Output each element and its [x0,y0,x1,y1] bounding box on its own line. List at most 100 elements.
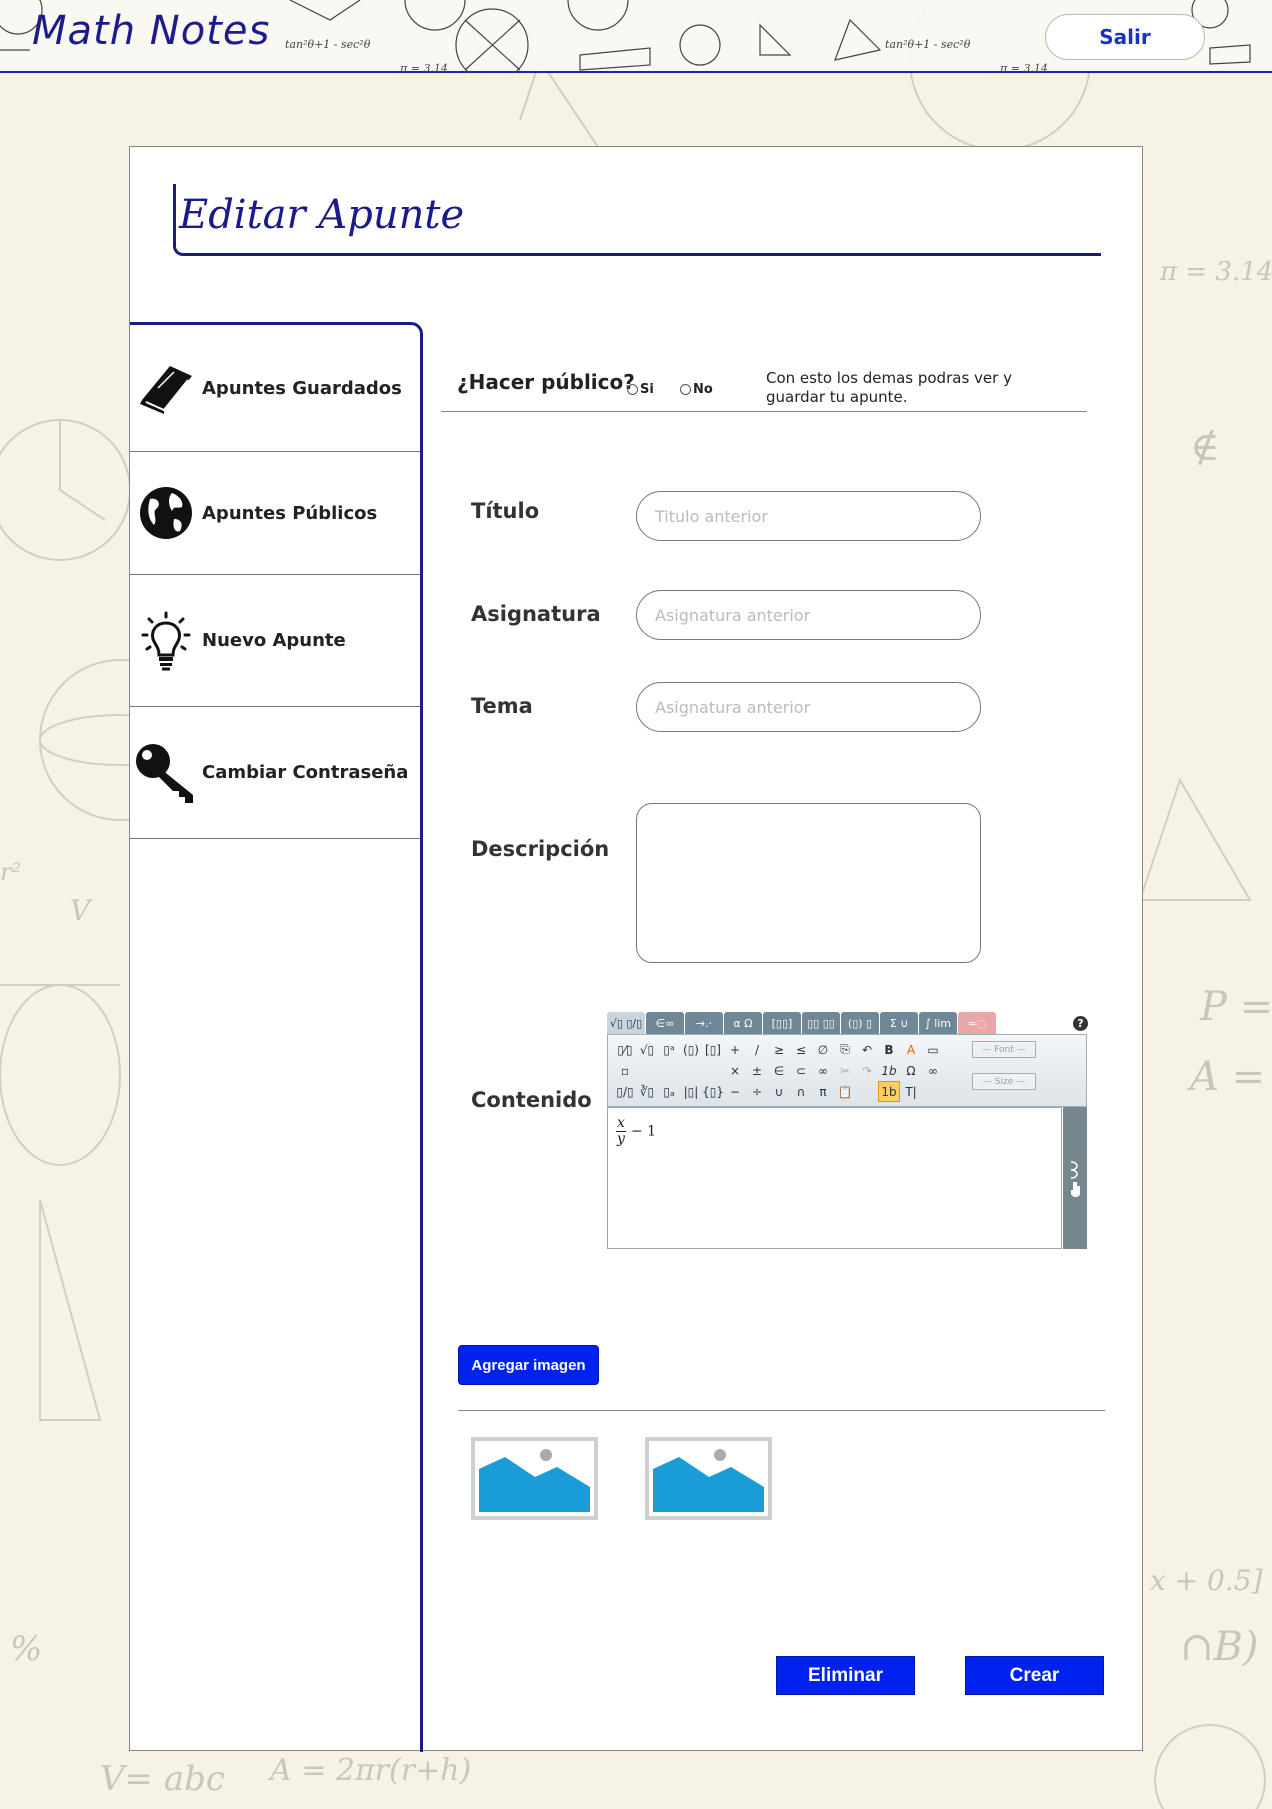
subscript-icon[interactable]: ▯ₐ [658,1081,680,1102]
equation-input-area[interactable]: x y − 1 [607,1107,1062,1249]
bevel-fraction-icon[interactable]: ▯/▯ [614,1081,636,1102]
radio-yes-label: Si [640,382,654,397]
union-icon[interactable]: ∪ [768,1081,790,1102]
eq-tab-brackets[interactable]: (▯) ▯ [841,1012,879,1034]
sidebar-item-change-password[interactable]: Cambiar Contraseña [130,707,420,839]
image-thumbnail-1[interactable] [471,1437,598,1520]
description-textarea[interactable] [636,803,981,963]
divide-icon[interactable]: ÷ [746,1081,768,1102]
superscript-icon[interactable]: ▯ᵃ [658,1039,680,1060]
abs-icon[interactable]: |▯| [680,1081,702,1102]
title-input[interactable] [636,491,981,541]
delete-button[interactable]: Eliminar [776,1656,915,1695]
equation-rest: − 1 [631,1123,657,1140]
infinity-icon[interactable]: ∞ [812,1060,834,1081]
cut-icon[interactable]: ✂ [834,1060,856,1081]
italic-icon[interactable]: 1b [878,1060,900,1081]
plus-icon[interactable]: + [724,1039,746,1060]
app-logo-title: Math Notes [32,8,271,54]
copy-icon[interactable]: ⎘ [834,1039,856,1060]
svg-text:A = S: A = S [1186,1054,1272,1100]
eq-tab-greek[interactable]: α Ω [724,1012,762,1034]
add-image-button[interactable]: Agregar imagen [458,1345,599,1385]
fraction-numerator: x [616,1115,626,1132]
equation-toolbar: ▯⁄▯ √▯ ▯ᵃ (▯) [▯] + / ≥ ≤ ∅ ⎘ ↶ B A ▭ ▫ [607,1034,1087,1107]
handwriting-toggle[interactable] [1063,1107,1087,1249]
paste-icon[interactable]: 📋 [834,1081,856,1102]
nroot-icon[interactable] [636,1060,658,1081]
sidebar-item-public-notes[interactable]: Apuntes Públicos [130,452,420,575]
blank-icon [680,1060,702,1081]
symbol-icon[interactable]: Ω [900,1060,922,1081]
eq-tab-arrows[interactable]: →.· [685,1012,723,1034]
text-style-icon[interactable]: 1b [878,1081,900,1102]
book-icon [130,360,202,416]
special-icon[interactable]: ∞ [922,1060,944,1081]
bracket-icon[interactable]: [▯] [702,1039,724,1060]
leq-icon[interactable]: ≤ [790,1039,812,1060]
element-of-icon[interactable]: ∈ [768,1060,790,1081]
cube-root-icon[interactable]: ∛▯ [636,1081,658,1102]
create-button[interactable]: Crear [965,1656,1104,1695]
eq-tab-sums[interactable]: Σ ∪ [880,1012,918,1034]
help-icon[interactable]: ? [1073,1016,1088,1031]
blank-icon [922,1081,944,1102]
sidebar-item-new-note[interactable]: Nuevo Apunte [130,575,420,707]
geq-icon[interactable]: ≥ [768,1039,790,1060]
sqrt-icon[interactable]: √▯ [636,1039,658,1060]
svg-text:tan²θ+1 - sec²θ: tan²θ+1 - sec²θ [885,38,971,51]
times-icon[interactable]: × [724,1060,746,1081]
plusminus-icon[interactable]: ± [746,1060,768,1081]
svg-text:%: % [10,1629,42,1669]
minus-icon[interactable]: − [724,1081,746,1102]
small-fraction-icon[interactable]: ▫ [614,1060,636,1081]
sidebar-item-label: Cambiar Contraseña [202,762,409,783]
text-mode-icon[interactable]: T| [900,1081,922,1102]
public-toggle-row: ¿Hacer público? Si No Con esto los demas… [441,362,1087,412]
color-icon[interactable]: A [900,1039,922,1060]
public-no-radio[interactable]: No [680,382,713,397]
globe-icon [130,485,202,541]
bold-icon[interactable]: B [878,1039,900,1060]
font-select[interactable]: — Font — [972,1041,1036,1058]
eq-tab-scripts[interactable]: ▯▯ ▯▯ [802,1012,840,1034]
topic-input[interactable] [636,682,981,732]
blank-icon [856,1081,878,1102]
eq-tab-matrix[interactable]: [▯▯] [763,1012,801,1034]
fraction-icon[interactable]: ▯⁄▯ [614,1039,636,1060]
svg-text:V= abc: V= abc [100,1759,225,1799]
eq-tab-chemistry[interactable]: ≈◌ [958,1012,996,1034]
paren-icon[interactable]: (▯) [680,1039,702,1060]
pi-icon[interactable]: π [812,1081,834,1102]
images-divider [458,1410,1105,1411]
equation-tabs: √▯ ▯/▯ ∈∞ →.· α Ω [▯▯] ▯▯ ▯▯ (▯) ▯ Σ ∪ ∫… [607,1012,1007,1034]
equation-symbol-grid: ▯⁄▯ √▯ ▯ᵃ (▯) [▯] + / ≥ ≤ ∅ ⎘ ↶ B A ▭ ▫ [614,1039,964,1105]
sidebar-item-saved-notes[interactable]: Apuntes Guardados [130,325,420,452]
eq-tab-roots[interactable]: √▯ ▯/▯ [607,1012,645,1034]
undo-icon[interactable]: ↶ [856,1039,878,1060]
sidebar-item-label: Nuevo Apunte [202,630,346,651]
intersection-icon[interactable]: ∩ [790,1081,812,1102]
public-question-label: ¿Hacer público? [457,370,635,394]
subset-icon[interactable]: ⊂ [790,1060,812,1081]
emptyset-icon[interactable]: ∅ [812,1039,834,1060]
eq-tab-sets[interactable]: ∈∞ [646,1012,684,1034]
page-title-frame: Editar Apunte [173,184,1101,256]
size-select[interactable]: — Size — [972,1073,1036,1090]
redo-icon[interactable]: ↷ [856,1060,878,1081]
equation-fraction: x y [616,1116,626,1147]
brace-icon[interactable]: {▯} [702,1081,724,1102]
radio-circle [680,384,691,395]
svg-text:x + 0.5]: x + 0.5] [1150,1564,1263,1597]
subject-input[interactable] [636,590,981,640]
latex-icon[interactable]: ▭ [922,1039,944,1060]
sidebar-item-label: Apuntes Públicos [202,502,378,524]
logout-button[interactable]: Salir [1045,14,1205,60]
eq-tab-integrals[interactable]: ∫ lim [919,1012,957,1034]
public-yes-radio[interactable]: Si [627,382,654,397]
svg-text:tan²θ+1 - sec²θ: tan²θ+1 - sec²θ [285,38,371,51]
slash-icon[interactable]: / [746,1039,768,1060]
image-thumbnail-2[interactable] [645,1437,772,1520]
svg-text:P = 4: P = 4 [1199,984,1272,1030]
spacer-icon [944,1039,966,1060]
